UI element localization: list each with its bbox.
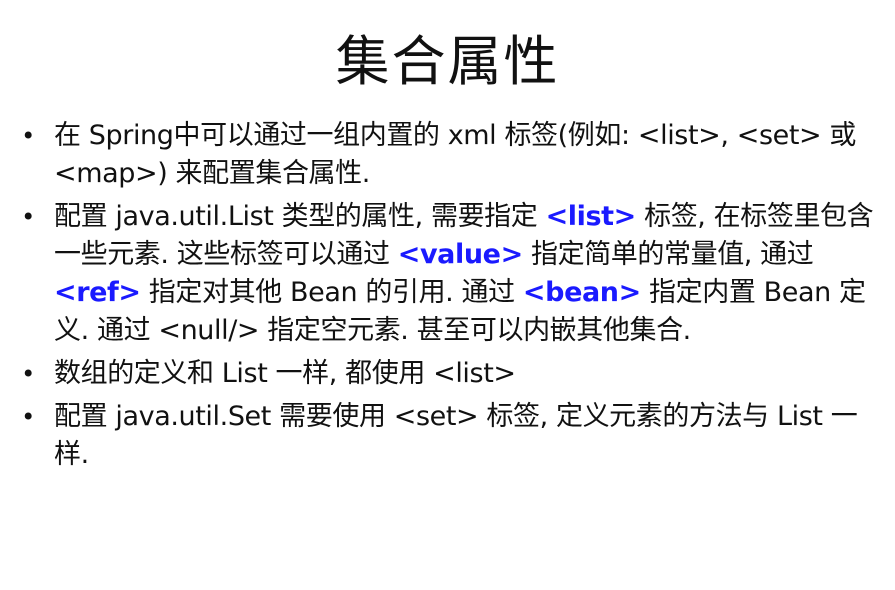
slide-title: 集合属性 [335,30,560,93]
bullet-item-list-config: • 配置 java.util.List 类型的属性, 需要指定 <list> 标… [18,198,878,350]
xml-tag-ref: <ref> [54,277,141,308]
bullet-list: • 在 Spring中可以通过一组内置的 xml 标签(例如: <list>, … [18,117,878,479]
bullet-dot-icon: • [21,203,35,231]
bullet-dot-icon: • [21,403,35,431]
bullet-text-segment: 在 Spring中可以通过一组内置的 xml 标签(例如: <list>, <s… [54,120,857,189]
bullet-dot-icon: • [21,122,35,150]
bullet-item-collection-tags: • 在 Spring中可以通过一组内置的 xml 标签(例如: <list>, … [18,117,878,193]
xml-tag-list: <list> [545,201,637,232]
bullet-text-segment: 配置 java.util.Set 需要使用 <set> 标签, 定义元素的方法与… [54,401,858,470]
xml-tag-bean: <bean> [522,277,641,308]
bullet-text-segment: 数组的定义和 List 一样, 都使用 <list> [54,358,516,389]
bullet-item-array: • 数组的定义和 List 一样, 都使用 <list> [18,355,878,393]
bullet-text-segment: 指定对其他 Bean 的引用. 通过 [140,277,523,308]
bullet-dot-icon: • [21,360,35,388]
xml-tag-value: <value> [397,239,523,270]
bullet-text-segment: 配置 java.util.List 类型的属性, 需要指定 [54,201,546,232]
bullet-text-segment: 指定简单的常量值, 通过 [522,239,814,270]
bullet-item-set-config: • 配置 java.util.Set 需要使用 <set> 标签, 定义元素的方… [18,398,878,474]
